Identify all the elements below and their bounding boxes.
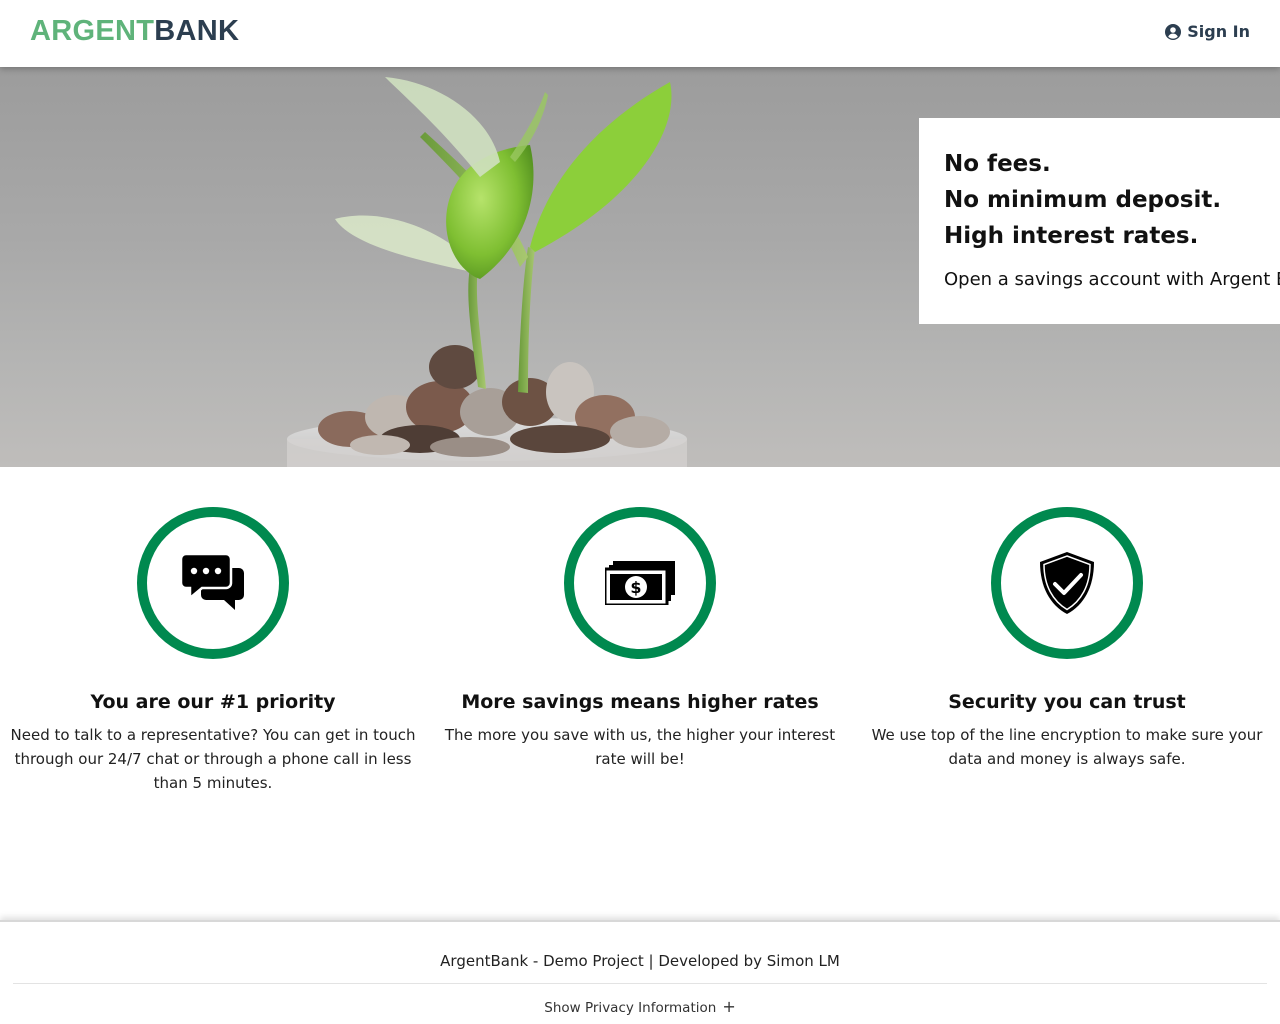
feature-text: The more you save with us, the higher yo…	[444, 726, 836, 768]
hero-line-no-fees: No fees.	[944, 151, 1051, 177]
site-footer: ArgentBank - Demo Project | Developed by…	[0, 920, 1280, 1024]
footer-credit: ArgentBank - Demo Project | Developed by…	[440, 952, 840, 970]
feature-text: We use top of the line encryption to mak…	[871, 726, 1263, 768]
hero-promo-card: No fees. No minimum deposit. High intere…	[919, 118, 1280, 324]
feature-icon-circle: $	[564, 507, 716, 659]
hero-line-no-minimum: No minimum deposit.	[944, 187, 1222, 213]
feature-item-savings: $ More savings means higher rates The mo…	[427, 507, 853, 771]
hero-banner: No fees. No minimum deposit. High intere…	[0, 67, 1280, 467]
chat-bubbles-icon	[181, 554, 244, 610]
user-circle-icon	[1165, 23, 1182, 40]
sign-in-label: Sign In	[1187, 22, 1250, 41]
main-nav: ARGENTBANK Sign In	[0, 0, 1280, 67]
money-bills-icon: $	[605, 561, 675, 605]
argent-bank-logo[interactable]: ARGENTBANK	[30, 14, 239, 48]
logo-text-bank: BANK	[154, 15, 240, 47]
logo-text-argent: ARGENT	[30, 15, 155, 47]
hero-line-high-rates: High interest rates.	[944, 223, 1199, 249]
sign-in-link[interactable]: Sign In	[1165, 22, 1250, 41]
footer-divider	[13, 983, 1267, 984]
feature-title: More savings means higher rates	[461, 691, 819, 713]
feature-icon-circle	[991, 507, 1143, 659]
feature-item-security: Security you can trust We use top of the…	[854, 507, 1280, 771]
feature-title: Security you can trust	[948, 691, 1186, 713]
plus-icon: +	[722, 997, 736, 1016]
features-section: You are our #1 priority Need to talk to …	[0, 467, 1280, 917]
svg-text:$: $	[630, 578, 641, 597]
feature-icon-circle	[137, 507, 289, 659]
feature-text: Need to talk to a representative? You ca…	[10, 726, 416, 792]
hero-subtitle: Open a savings account with Argent Bank …	[944, 269, 1280, 290]
feature-item-priority: You are our #1 priority Need to talk to …	[0, 507, 426, 795]
shield-check-icon	[1040, 552, 1094, 614]
show-privacy-toggle[interactable]: Show Privacy Information +	[0, 997, 1280, 1016]
feature-title: You are our #1 priority	[90, 691, 336, 713]
privacy-label: Show Privacy Information	[544, 1000, 717, 1016]
